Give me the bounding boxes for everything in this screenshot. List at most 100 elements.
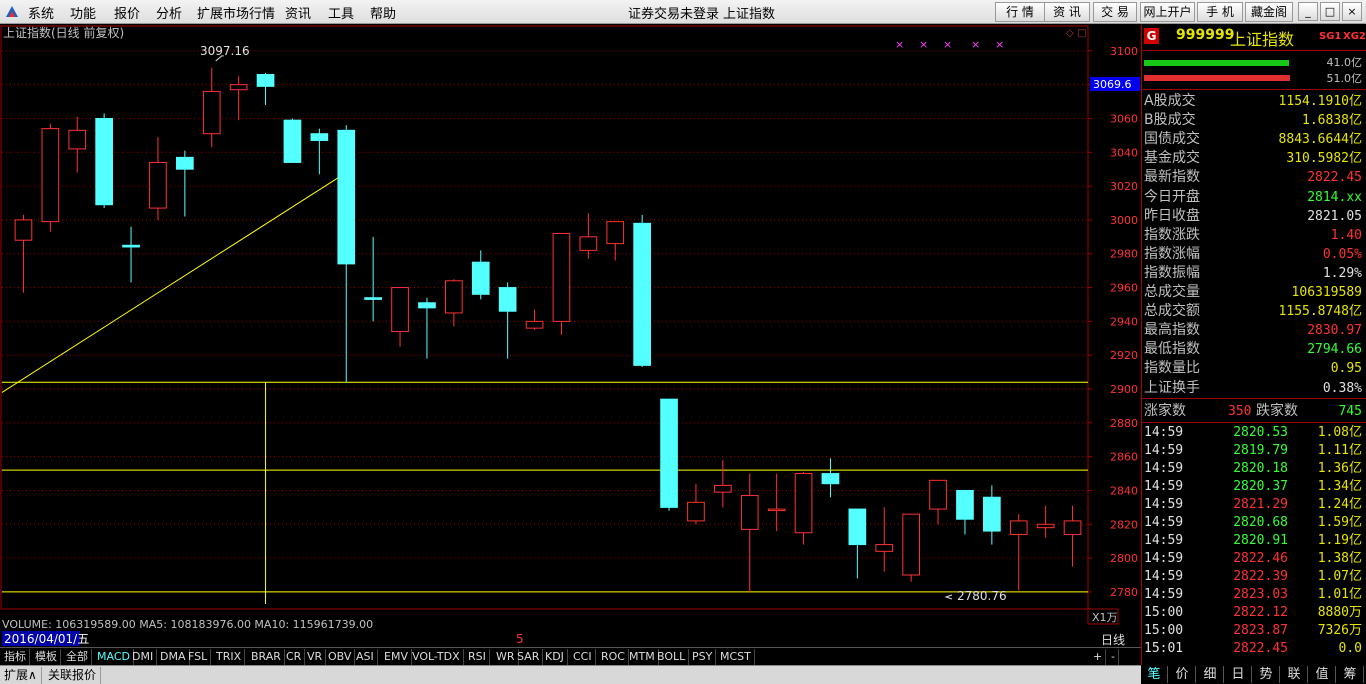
indicator-tab[interactable]: BRAR — [248, 649, 285, 665]
treasure-button[interactable]: 藏金阁 — [1245, 2, 1293, 22]
quote-row: 指数量比 0.95 — [1144, 359, 1362, 378]
trade-button[interactable]: 交 易 — [1093, 2, 1137, 22]
tick-row: 14:59 2822.46 1.38亿 — [1144, 550, 1362, 568]
news-button[interactable]: 资 讯 — [1044, 2, 1090, 22]
candle-body — [122, 244, 140, 248]
indicator-tab[interactable]: DMI — [129, 649, 158, 665]
menu-system[interactable]: 系统 — [28, 3, 54, 22]
indicator-tab[interactable]: TRIX — [213, 649, 246, 665]
candle[interactable] — [41, 123, 60, 232]
expand-button[interactable]: 扩展∧ — [0, 667, 42, 684]
candle-body — [633, 222, 651, 366]
indicator-tab[interactable]: BOLL — [654, 649, 690, 665]
candle[interactable] — [660, 398, 678, 511]
detail-tab[interactable]: 笔 — [1141, 666, 1168, 683]
menu-tools[interactable]: 工具 — [328, 3, 354, 22]
y-tick-label: 2880 — [1110, 417, 1138, 430]
tick-row: 15:00 2822.12 8880万 — [1144, 604, 1362, 622]
tick-volume: 1.08亿 — [1317, 425, 1362, 440]
candle-body — [1036, 523, 1055, 529]
candle-body — [445, 280, 463, 314]
candle[interactable] — [902, 513, 920, 582]
indicator-tab[interactable]: OBV — [325, 649, 356, 665]
period-label[interactable]: 日线 — [1101, 633, 1125, 647]
indicator-tab[interactable]: PSY — [689, 649, 717, 665]
current-price-label: 3069.6 — [1093, 78, 1132, 91]
quote-row-value: 1.6838亿 — [1302, 113, 1362, 129]
close-icon[interactable]: × — [1342, 2, 1362, 21]
volume-line: VOLUME: 106319589.00 MA5: 108183976.00 M… — [2, 618, 373, 631]
candle[interactable] — [283, 118, 302, 163]
candle-body — [794, 473, 813, 534]
tick-volume: 1.24亿 — [1317, 497, 1362, 512]
candle-body — [337, 129, 356, 265]
detail-tab[interactable]: 价 — [1169, 666, 1196, 683]
candle-body — [767, 508, 786, 512]
tick-volume: 1.19亿 — [1317, 533, 1362, 548]
y-tick-label: 3060 — [1110, 112, 1138, 125]
restore-icon[interactable]: □ — [1320, 2, 1340, 21]
zoom-out-icon[interactable]: - — [1108, 649, 1119, 665]
minimize-icon[interactable]: _ — [1298, 2, 1318, 21]
mobile-button[interactable]: 手 机 — [1197, 2, 1243, 22]
marker-icon: × — [995, 38, 1004, 51]
candle-body — [1063, 520, 1082, 535]
square-icon[interactable]: □ — [1077, 28, 1086, 39]
tick-time: 14:59 — [1144, 461, 1184, 476]
detail-tab[interactable]: 日 — [1225, 666, 1252, 683]
indicator-tab[interactable]: RSI — [465, 649, 490, 665]
candle-body — [1009, 520, 1028, 535]
tag-xg2[interactable]: XG2 — [1343, 31, 1366, 42]
tick-price: 2823.03 — [1233, 587, 1288, 602]
candle-body — [875, 544, 894, 552]
related-quote-button[interactable]: 关联报价 — [44, 667, 102, 684]
quote-row-label: 基金成交 — [1144, 150, 1200, 167]
quote-row-value: 1.29% — [1322, 265, 1362, 281]
menu-extended-market[interactable]: 扩展市场行情 — [197, 3, 275, 22]
candle[interactable] — [552, 232, 571, 335]
indicator-tab[interactable]: CCI — [570, 649, 596, 665]
tag-sg1[interactable]: SG1 — [1319, 31, 1341, 42]
indicator-tab[interactable]: MCST — [717, 649, 755, 665]
quote-row-label: 国债成交 — [1144, 131, 1200, 148]
tick-time: 15:00 — [1144, 605, 1184, 620]
menu-analysis[interactable]: 分析 — [156, 3, 182, 22]
indicator-tab[interactable]: 全部 — [63, 649, 92, 665]
indicator-tab[interactable]: EMV — [381, 649, 412, 665]
indicator-tab[interactable]: MACD — [94, 649, 134, 665]
indicator-tab[interactable]: SAR — [514, 649, 544, 665]
quote-row: 指数涨幅 0.05% — [1144, 245, 1362, 264]
quote-row-label: 上证换手 — [1144, 379, 1200, 396]
indicator-tab[interactable]: ROC — [598, 649, 629, 665]
indicator-tab[interactable]: FSL — [185, 649, 212, 665]
detail-tab[interactable]: 联 — [1281, 666, 1308, 683]
indicator-tab[interactable]: 模板 — [32, 649, 61, 665]
indicator-tab[interactable]: ASI — [353, 649, 378, 665]
low-annotation: 2780.76 — [957, 589, 1007, 603]
detail-tab[interactable]: 值 — [1309, 666, 1336, 683]
detail-tab[interactable]: 势 — [1253, 666, 1280, 683]
decline-volume-bar — [1144, 75, 1290, 81]
tick-time: 14:59 — [1144, 425, 1184, 440]
candle[interactable] — [633, 214, 651, 368]
detail-tab[interactable]: 细 — [1197, 666, 1224, 683]
candle-body — [283, 119, 302, 163]
open-account-button[interactable]: 网上开户 — [1140, 2, 1195, 22]
indicator-tab[interactable]: VR — [304, 649, 327, 665]
cursor-label: 5 — [516, 632, 524, 646]
indicator-tab[interactable]: 指标 — [1, 649, 30, 665]
menu-help[interactable]: 帮助 — [370, 3, 396, 22]
kline-chart[interactable]: 3100308030603040302030002980296029402920… — [0, 25, 1141, 647]
indicator-tab[interactable]: CR — [283, 649, 306, 665]
menu-news[interactable]: 资讯 — [285, 3, 311, 22]
zoom-in-icon[interactable]: + — [1090, 649, 1107, 665]
candle-body — [310, 133, 329, 141]
diamond-icon[interactable]: ◇ — [1066, 28, 1074, 39]
menu-function[interactable]: 功能 — [70, 3, 96, 22]
detail-tab[interactable]: 筹 — [1337, 666, 1364, 683]
quote-button[interactable]: 行 情 — [995, 2, 1045, 22]
candle[interactable] — [95, 113, 113, 209]
menu-quote[interactable]: 报价 — [114, 3, 140, 22]
indicator-tab[interactable]: KDJ — [542, 649, 568, 665]
indicator-tab[interactable]: VOL-TDX — [409, 649, 464, 665]
